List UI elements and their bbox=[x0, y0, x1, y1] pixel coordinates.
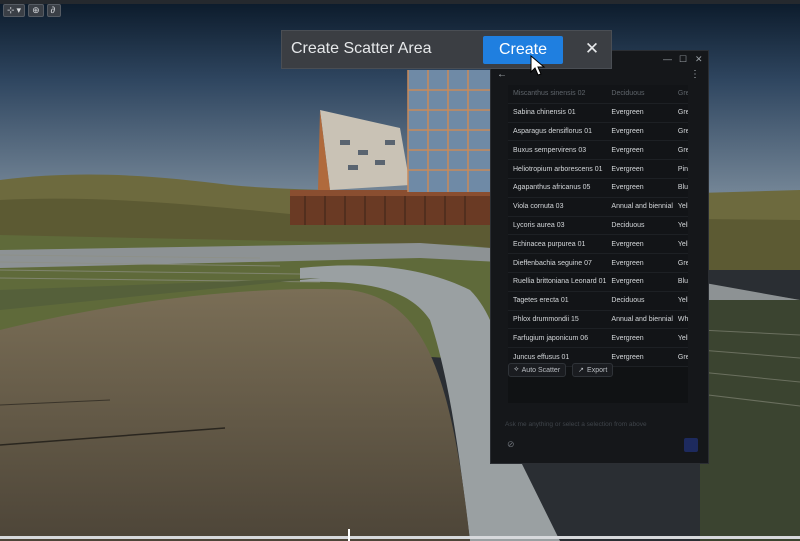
link-glyph: ∂ bbox=[50, 5, 56, 15]
scatter-icon: ⟡ bbox=[514, 366, 519, 373]
plant-type: Deciduous bbox=[606, 216, 673, 236]
plant-color: Gree bbox=[672, 85, 688, 104]
globe-icon[interactable]: ⊕ bbox=[28, 4, 44, 17]
plant-color: Bluel bbox=[672, 272, 688, 292]
plant-row[interactable]: Buxus sempervirens 03EvergreenGree bbox=[508, 140, 688, 161]
plant-color: Yello bbox=[672, 234, 688, 255]
plant-row[interactable]: Heliotropium arborescens 01EvergreenPink bbox=[508, 159, 688, 179]
plant-row[interactable]: Tagetes erecta 01DeciduousYello bbox=[508, 291, 688, 311]
plant-row[interactable]: Miscanthus sinensis 02DeciduousGree bbox=[508, 85, 688, 104]
plant-type: Annual and biennial bbox=[606, 197, 673, 217]
plant-color: Gree bbox=[672, 103, 688, 123]
plant-table[interactable]: Miscanthus sinensis 02DeciduousGreeSabin… bbox=[508, 85, 688, 403]
plant-type: Deciduous bbox=[606, 291, 673, 311]
plant-color: White bbox=[672, 310, 688, 330]
plant-color: Gree bbox=[672, 347, 688, 367]
plant-row[interactable]: Sabina chinensis 01EvergreenGree bbox=[508, 103, 688, 123]
plant-color: Bluel bbox=[672, 178, 688, 198]
attachment-icon[interactable]: ⊘ bbox=[507, 439, 515, 450]
plant-name: Lycoris aurea 03 bbox=[508, 216, 607, 236]
timeline-bar[interactable] bbox=[0, 536, 800, 539]
plant-type: Evergreen bbox=[606, 253, 673, 273]
plant-color: Yello bbox=[672, 291, 688, 311]
send-button[interactable] bbox=[684, 438, 698, 452]
plant-type: Evergreen bbox=[606, 272, 673, 292]
plant-type: Evergreen bbox=[606, 328, 673, 349]
plant-row[interactable]: Farfugium japonicum 06EvergreenYello bbox=[508, 328, 688, 349]
chat-input[interactable]: Ask me anything or select a selection fr… bbox=[505, 421, 695, 428]
plant-color: Yello bbox=[672, 216, 688, 236]
plant-panel: — ☐ ✕ ← ⋮ Miscanthus sinensis 02 Deciduou… bbox=[490, 50, 709, 464]
plant-row[interactable]: Echinacea purpurea 01EvergreenYello bbox=[508, 234, 688, 255]
viewport-toolbar: ⊹ ▾ ⊕ ∂ bbox=[3, 4, 61, 17]
export-button[interactable]: ↗ Export bbox=[572, 363, 614, 377]
mouse-cursor-icon bbox=[530, 55, 546, 76]
plant-row[interactable]: Ruellia brittoniana Leonard 01 Evergreen B… bbox=[508, 272, 688, 292]
plant-name: Asparagus densiflorus 01 bbox=[508, 122, 607, 142]
plant-row[interactable]: Dieffenbachia seguine 07EvergreenGree bbox=[508, 253, 688, 273]
plant-name: Sabina chinensis 01 bbox=[508, 103, 607, 123]
plant-type: Evergreen bbox=[606, 178, 673, 198]
scatter-area-title: Create Scatter Area bbox=[291, 40, 432, 57]
plant-name: Farfugium japonicum 06 bbox=[508, 328, 607, 349]
hierarchy-icon[interactable]: ⊹ ▾ bbox=[3, 4, 26, 17]
plant-row[interactable]: Agapanthus africanus 05EvergreenBluel bbox=[508, 178, 688, 198]
minimize-icon[interactable]: — bbox=[663, 54, 672, 64]
plant-name: Heliotropium arborescens 01 bbox=[508, 159, 607, 179]
plant-row[interactable]: Lycoris aurea 03DeciduousYello bbox=[508, 216, 688, 236]
panel-actions: ⟡ Auto Scatter ↗ Export bbox=[508, 363, 614, 377]
panel-header: ← ⋮ bbox=[491, 69, 708, 83]
back-arrow-icon[interactable]: ← bbox=[497, 69, 507, 80]
plant-row[interactable]: Asparagus densiflorus 01EvergreenGree bbox=[508, 122, 688, 142]
export-label: Export bbox=[587, 366, 608, 374]
plant-color: Gree bbox=[672, 122, 688, 142]
globe-glyph: ⊕ bbox=[32, 5, 40, 15]
plant-type: Deciduous bbox=[606, 85, 673, 104]
chevron-down-icon: ▾ bbox=[16, 5, 22, 15]
timeline-playhead[interactable] bbox=[348, 529, 350, 541]
hierarchy-glyph: ⊹ bbox=[7, 5, 15, 15]
plant-type: Evergreen bbox=[606, 140, 673, 161]
plant-type: Evergreen bbox=[606, 103, 673, 123]
plant-name: Phlox drummondii 15 bbox=[508, 310, 607, 330]
plant-type: Evergreen bbox=[606, 159, 673, 179]
create-scatter-area-bar: Create Scatter Area Create ✕ bbox=[281, 30, 612, 69]
plant-type: Annual and biennial bbox=[606, 310, 673, 330]
auto-scatter-label: Auto Scatter bbox=[521, 366, 561, 374]
close-window-icon[interactable]: ✕ bbox=[695, 54, 703, 65]
more-menu-icon[interactable]: ⋮ bbox=[690, 69, 700, 80]
auto-scatter-button[interactable]: ⟡ Auto Scatter bbox=[508, 363, 567, 377]
link-icon[interactable]: ∂ bbox=[46, 4, 61, 17]
plant-row[interactable]: Viola cornuta 03Annual and biennialYello bbox=[508, 197, 688, 217]
plant-name: Buxus sempervirens 03 bbox=[508, 140, 607, 161]
plant-color: Pink bbox=[672, 159, 688, 179]
plant-name: Dieffenbachia seguine 07 bbox=[508, 253, 607, 273]
plant-type: Evergreen bbox=[606, 234, 673, 255]
plant-name: Tagetes erecta 01 bbox=[508, 291, 607, 311]
plant-name: Agapanthus africanus 05 bbox=[508, 178, 607, 198]
close-icon[interactable]: ✕ bbox=[580, 37, 604, 61]
plant-color: Gree bbox=[672, 140, 688, 161]
plant-color: Gree bbox=[672, 253, 688, 273]
create-button[interactable]: Create bbox=[483, 36, 563, 64]
maximize-icon[interactable]: ☐ bbox=[679, 54, 687, 65]
plant-name: Echinacea purpurea 01 bbox=[508, 234, 607, 255]
plant-color: Yello bbox=[672, 197, 688, 217]
plant-type: Evergreen bbox=[606, 347, 673, 367]
plant-type: Evergreen bbox=[606, 122, 673, 142]
plant-name: Miscanthus sinensis 02 bbox=[508, 85, 607, 104]
plant-name: Viola cornuta 03 bbox=[508, 197, 607, 217]
plant-name: Ruellia brittoniana Leonard 01 bbox=[508, 272, 607, 292]
plant-row[interactable]: Phlox drummondii 15 Annual and biennial Wh… bbox=[508, 310, 688, 330]
export-icon: ↗ bbox=[578, 367, 585, 374]
plant-color: Yello bbox=[672, 328, 688, 349]
